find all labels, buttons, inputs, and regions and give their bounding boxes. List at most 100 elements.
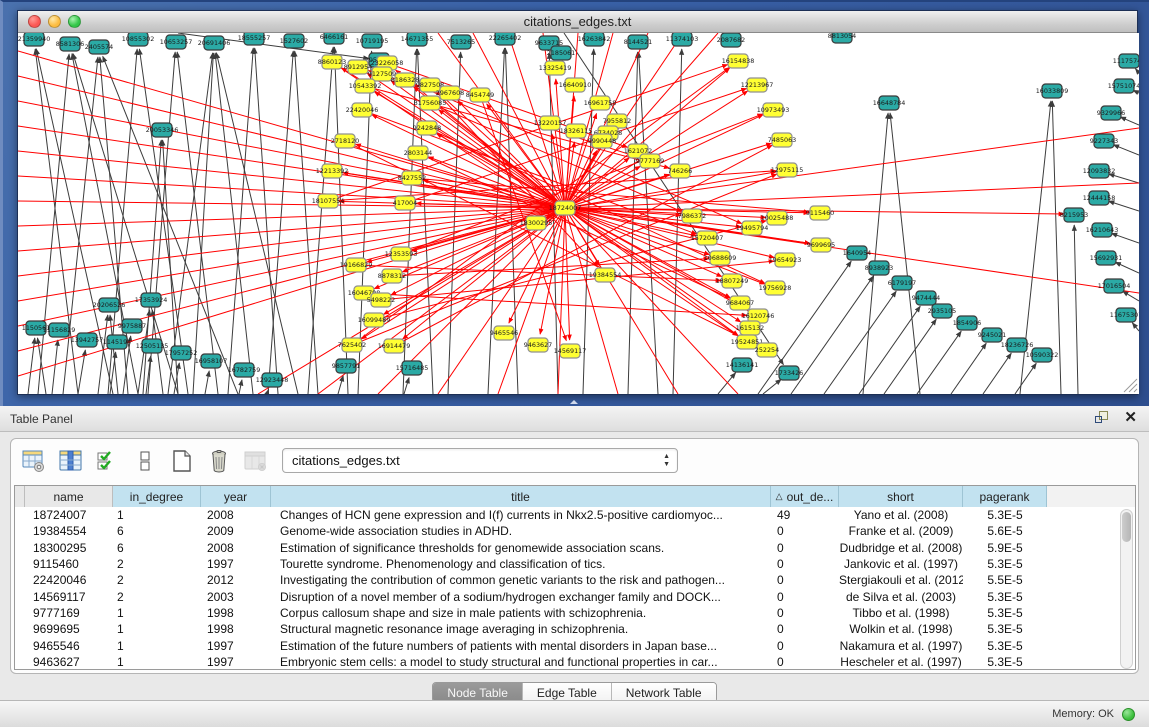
graph-node[interactable]: 9990448: [588, 134, 616, 148]
cell-name[interactable]: 9465546: [25, 638, 113, 654]
cell-in_degree[interactable]: 2: [113, 572, 201, 588]
graph-node[interactable]: 8813054: [828, 33, 856, 43]
graph-node[interactable]: 8878312: [378, 269, 406, 283]
graph-node[interactable]: 14569117: [554, 344, 587, 358]
graph-node[interactable]: 16099489: [358, 313, 391, 327]
cell-name[interactable]: 9699695: [25, 621, 113, 637]
cell-name[interactable]: 18300295: [25, 540, 113, 556]
graph-node[interactable]: 9857791: [332, 359, 360, 373]
network-canvas[interactable]: 2135994085813062405574108553021065325720…: [18, 33, 1139, 394]
cell-title[interactable]: Investigating the contribution of common…: [271, 572, 771, 588]
graph-node[interactable]: 9975887: [118, 319, 146, 333]
cell-year[interactable]: 1998: [201, 621, 271, 637]
graph-node[interactable]: 15720407: [691, 231, 724, 245]
graph-node[interactable]: 12505135: [136, 339, 169, 353]
cell-name[interactable]: 19384554: [25, 523, 113, 539]
table-row[interactable]: 969969511998Structural magnetic resonanc…: [15, 621, 1135, 637]
cell-pagerank[interactable]: 5.3E-5: [963, 507, 1047, 523]
graph-node[interactable]: 746266: [668, 164, 692, 178]
graph-node[interactable]: 2803144: [404, 146, 432, 160]
cell-year[interactable]: 2003: [201, 589, 271, 605]
graph-node[interactable]: 15716485: [396, 361, 429, 375]
close-window-icon[interactable]: [28, 15, 41, 28]
cell-in_degree[interactable]: 1: [113, 654, 201, 670]
cell-out_de[interactable]: 0: [771, 638, 839, 654]
cell-in_degree[interactable]: 6: [113, 540, 201, 556]
graph-node[interactable]: 18807249: [716, 274, 749, 288]
graph-node[interactable]: 9242848: [413, 121, 441, 135]
table-row[interactable]: 1872400712008Changes of HCN gene express…: [15, 507, 1135, 523]
cell-year[interactable]: 1997: [201, 556, 271, 572]
maximize-window-icon[interactable]: [68, 15, 81, 28]
graph-node[interactable]: 9699695: [807, 238, 835, 252]
graph-node[interactable]: 2405574: [85, 40, 113, 54]
cell-year[interactable]: 1997: [201, 654, 271, 670]
graph-node[interactable]: 12213392: [316, 164, 349, 178]
cell-out_de[interactable]: 0: [771, 556, 839, 572]
table-row[interactable]: 1938455462009Genome-wide association stu…: [15, 523, 1135, 539]
column-header-name[interactable]: name: [25, 486, 113, 507]
graph-node[interactable]: 18555257: [238, 33, 271, 45]
graph-node[interactable]: 12213967: [741, 78, 774, 92]
cell-short[interactable]: Franke et al. (2009): [839, 523, 963, 539]
graph-node[interactable]: 10719195: [356, 34, 389, 48]
cell-pagerank[interactable]: 5.3E-5: [963, 621, 1047, 637]
graph-node[interactable]: 16958107: [195, 354, 228, 368]
close-panel-icon[interactable]: ✕: [1124, 410, 1137, 425]
column-header-year[interactable]: year: [201, 486, 271, 507]
table-selector-dropdown[interactable]: citations_edges.txt ▲▼: [282, 448, 678, 473]
graph-node[interactable]: 6466161: [320, 33, 348, 44]
cell-pagerank[interactable]: 5.3E-5: [963, 654, 1047, 670]
column-header-out_de[interactable]: △out_de...: [771, 486, 839, 507]
citation-network-graph[interactable]: 2135994085813062405574108553021065325720…: [18, 33, 1139, 394]
graph-node[interactable]: 1733426: [775, 366, 803, 380]
cell-name[interactable]: 9115460: [25, 556, 113, 572]
column-header-short[interactable]: short: [839, 486, 963, 507]
graph-node[interactable]: 9115460: [806, 206, 834, 220]
graph-node[interactable]: 17353924: [135, 293, 168, 307]
table-scrollbar[interactable]: [1120, 509, 1133, 669]
cell-pagerank[interactable]: 5.3E-5: [963, 638, 1047, 654]
graph-node[interactable]: 19166829: [340, 258, 373, 272]
graph-node[interactable]: 13942757: [71, 333, 104, 347]
graph-node[interactable]: 9227343: [1090, 134, 1118, 148]
graph-node[interactable]: 7485063: [768, 133, 796, 147]
cell-title[interactable]: Disruption of a novel member of a sodium…: [271, 589, 771, 605]
graph-node[interactable]: 17957252: [165, 346, 198, 360]
cell-in_degree[interactable]: 2: [113, 589, 201, 605]
column-header-title[interactable]: title: [271, 486, 771, 507]
cell-out_de[interactable]: 0: [771, 621, 839, 637]
table-row[interactable]: 1830029562008Estimation of significance …: [15, 540, 1135, 556]
cell-short[interactable]: Nakamura et al. (1997): [839, 638, 963, 654]
graph-node[interactable]: 10025488: [761, 211, 794, 225]
cell-out_de[interactable]: 0: [771, 523, 839, 539]
graph-node[interactable]: 8581306: [56, 37, 84, 51]
cell-year[interactable]: 1997: [201, 638, 271, 654]
graph-node[interactable]: 2087682: [717, 33, 745, 47]
cell-pagerank[interactable]: 5.6E-5: [963, 523, 1047, 539]
graph-node[interactable]: 417004: [393, 196, 417, 210]
graph-node[interactable]: 22420046: [346, 103, 379, 117]
graph-node[interactable]: 8215953: [1060, 208, 1088, 222]
cell-pagerank[interactable]: 5.9E-5: [963, 540, 1047, 556]
select-all-icon[interactable]: [94, 447, 122, 475]
cell-title[interactable]: Tourette syndrome. Phenomenology and cla…: [271, 556, 771, 572]
cell-name[interactable]: 18724007: [25, 507, 113, 523]
cell-year[interactable]: 2012: [201, 572, 271, 588]
cell-name[interactable]: 22420046: [25, 572, 113, 588]
graph-node[interactable]: 20691406: [198, 36, 231, 50]
graph-node[interactable]: 10653257: [160, 35, 193, 49]
cell-name[interactable]: 9777169: [25, 605, 113, 621]
cell-short[interactable]: de Silva et al. (2003): [839, 589, 963, 605]
graph-node[interactable]: 19654923: [769, 253, 802, 267]
cell-title[interactable]: Structural magnetic resonance image aver…: [271, 621, 771, 637]
cell-pagerank[interactable]: 5.3E-5: [963, 589, 1047, 605]
minimize-window-icon[interactable]: [48, 15, 61, 28]
cell-short[interactable]: Yano et al. (2008): [839, 507, 963, 523]
graph-node[interactable]: 9329966: [1097, 106, 1125, 120]
graph-node[interactable]: 10855302: [122, 33, 155, 46]
graph-node[interactable]: 1854906: [953, 316, 981, 330]
graph-node[interactable]: 9245021: [978, 328, 1006, 342]
graph-node[interactable]: 1527602: [280, 34, 308, 48]
column-header-in_degree[interactable]: in_degree: [113, 486, 201, 507]
